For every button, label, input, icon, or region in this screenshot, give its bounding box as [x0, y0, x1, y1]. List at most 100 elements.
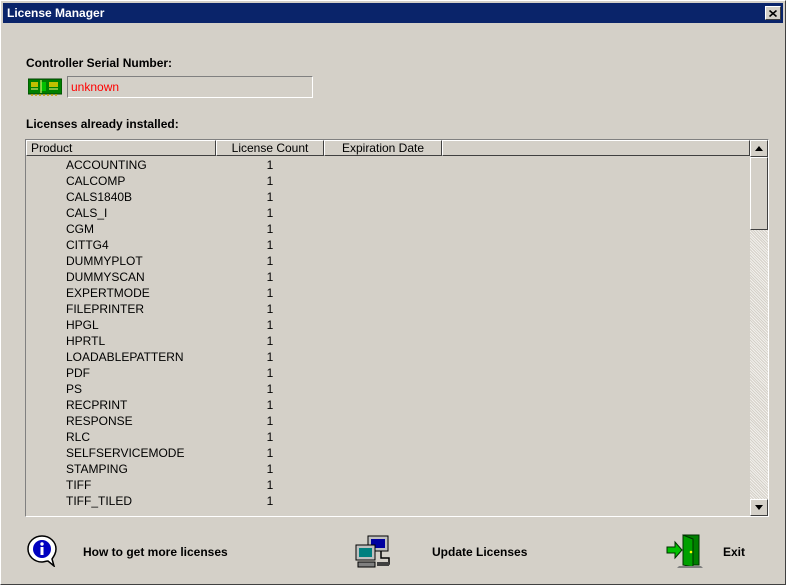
table-row[interactable]: CALCOMP 1: [26, 173, 750, 189]
expiration-date-cell: [324, 349, 442, 365]
table-row[interactable]: TIFF 1: [26, 477, 750, 493]
license-count-cell: 1: [266, 366, 274, 380]
exit-door-icon[interactable]: [665, 533, 705, 569]
table-row[interactable]: CALS1840B 1: [26, 189, 750, 205]
table-row[interactable]: DUMMYSCAN 1: [26, 269, 750, 285]
product-cell: TIFF: [66, 478, 92, 492]
license-count-cell: 1: [266, 302, 274, 316]
license-count-cell: 1: [266, 350, 274, 364]
exit-button[interactable]: Exit: [723, 545, 745, 559]
license-count-cell: 1: [266, 462, 274, 476]
product-cell: CITTG4: [66, 238, 109, 252]
product-cell: FILEPRINTER: [66, 302, 145, 316]
table-row[interactable]: PS 1: [26, 381, 750, 397]
circuit-board-icon: [28, 78, 62, 96]
table-row[interactable]: HPRTL 1: [26, 333, 750, 349]
license-count-cell: 1: [266, 158, 274, 172]
info-icon[interactable]: [27, 535, 57, 567]
scroll-up-button[interactable]: [750, 140, 768, 157]
expiration-date-cell: [324, 221, 442, 237]
table-row[interactable]: RECPRINT 1: [26, 397, 750, 413]
table-row[interactable]: PDF 1: [26, 365, 750, 381]
product-cell: RECPRINT: [66, 398, 128, 412]
license-manager-window: License Manager Controller Serial Number…: [0, 0, 786, 585]
table-row[interactable]: CALS_I 1: [26, 205, 750, 221]
expiration-date-cell: [324, 445, 442, 461]
arrow-up-icon: [755, 146, 763, 151]
product-cell: TIFF_TILED: [66, 494, 133, 508]
table-row[interactable]: SELFSERVICEMODE 1: [26, 445, 750, 461]
title-bar[interactable]: License Manager: [3, 3, 783, 23]
close-icon: [769, 9, 777, 17]
table-row[interactable]: FILEPRINTER 1: [26, 301, 750, 317]
column-header-product[interactable]: Product: [26, 140, 216, 156]
expiration-date-cell: [324, 365, 442, 381]
window-title: License Manager: [7, 6, 105, 20]
product-cell: CALS_I: [66, 206, 108, 220]
table-row[interactable]: ACCOUNTING 1: [26, 157, 750, 173]
arrow-down-icon: [755, 505, 763, 510]
close-button[interactable]: [765, 6, 781, 20]
table-row[interactable]: HPGL 1: [26, 317, 750, 333]
license-count-cell: 1: [266, 478, 274, 492]
table-row[interactable]: TIFF_TILED 1: [26, 493, 750, 509]
list-header: Product License Count Expiration Date: [26, 140, 750, 156]
license-count-cell: 1: [266, 222, 274, 236]
table-row[interactable]: EXPERTMODE 1: [26, 285, 750, 301]
update-licenses-button[interactable]: Update Licenses: [432, 545, 527, 559]
licenses-installed-label: Licenses already installed:: [26, 117, 179, 131]
expiration-date-cell: [324, 381, 442, 397]
expiration-date-cell: [324, 173, 442, 189]
license-count-cell: 1: [266, 270, 274, 284]
table-row[interactable]: STAMPING 1: [26, 461, 750, 477]
table-row[interactable]: LOADABLEPATTERN 1: [26, 349, 750, 365]
product-cell: STAMPING: [66, 462, 128, 476]
scroll-thumb[interactable]: [750, 157, 768, 230]
table-row[interactable]: CITTG4 1: [26, 237, 750, 253]
table-row[interactable]: CGM 1: [26, 221, 750, 237]
column-header-license-count[interactable]: License Count: [216, 140, 324, 156]
expiration-date-cell: [324, 461, 442, 477]
expiration-date-cell: [324, 301, 442, 317]
licenses-list[interactable]: Product License Count Expiration Date AC…: [25, 139, 769, 517]
license-count-cell: 1: [266, 414, 274, 428]
serial-number-label: Controller Serial Number:: [26, 56, 173, 70]
computer-network-icon[interactable]: [353, 533, 393, 569]
license-count-cell: 1: [266, 334, 274, 348]
product-cell: RLC: [66, 430, 91, 444]
column-header-expiration-date[interactable]: Expiration Date: [324, 140, 442, 156]
product-cell: LOADABLEPATTERN: [66, 350, 184, 364]
license-count-cell: 1: [266, 238, 274, 252]
product-cell: HPGL: [66, 318, 99, 332]
license-count-cell: 1: [266, 286, 274, 300]
expiration-date-cell: [324, 205, 442, 221]
product-cell: SELFSERVICEMODE: [66, 446, 185, 460]
table-row[interactable]: DUMMYPLOT 1: [26, 253, 750, 269]
table-row[interactable]: RLC 1: [26, 429, 750, 445]
expiration-date-cell: [324, 269, 442, 285]
column-header-blank: [442, 140, 750, 156]
product-cell: CALCOMP: [66, 174, 126, 188]
expiration-date-cell: [324, 493, 442, 509]
table-row[interactable]: RESPONSE 1: [26, 413, 750, 429]
license-count-cell: 1: [266, 494, 274, 508]
license-count-cell: 1: [266, 430, 274, 444]
expiration-date-cell: [324, 429, 442, 445]
product-cell: ACCOUNTING: [66, 158, 147, 172]
product-cell: RESPONSE: [66, 414, 133, 428]
how-to-get-more-licenses-button[interactable]: How to get more licenses: [83, 545, 228, 559]
license-count-cell: 1: [266, 398, 274, 412]
expiration-date-cell: [324, 285, 442, 301]
expiration-date-cell: [324, 317, 442, 333]
license-count-cell: 1: [266, 382, 274, 396]
serial-number-field[interactable]: unknown: [67, 76, 313, 98]
expiration-date-cell: [324, 189, 442, 205]
scroll-down-button[interactable]: [750, 499, 768, 516]
product-cell: PS: [66, 382, 83, 396]
vertical-scrollbar[interactable]: [750, 140, 768, 516]
product-cell: DUMMYPLOT: [66, 254, 143, 268]
license-count-cell: 1: [266, 318, 274, 332]
expiration-date-cell: [324, 157, 442, 173]
expiration-date-cell: [324, 413, 442, 429]
license-count-cell: 1: [266, 254, 274, 268]
